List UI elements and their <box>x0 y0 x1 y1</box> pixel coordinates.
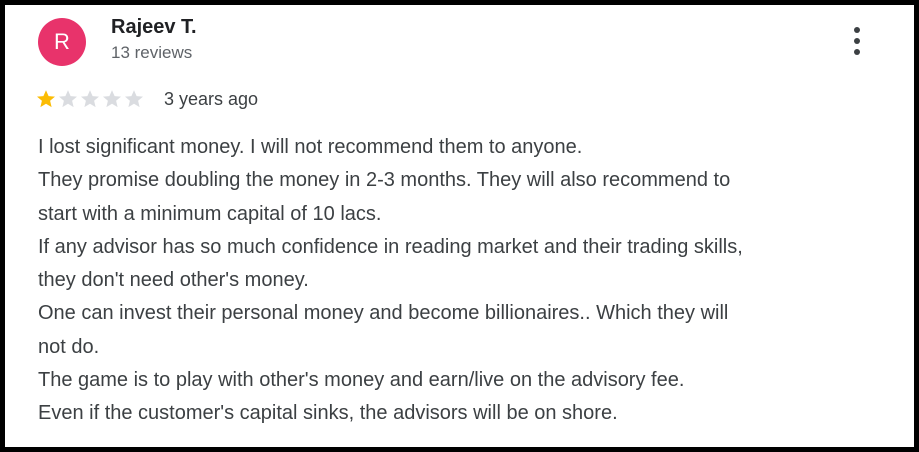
review-count[interactable]: 13 reviews <box>111 42 192 64</box>
review-text-line: The game is to play with other's money a… <box>38 369 685 392</box>
more-options-button[interactable] <box>841 23 873 59</box>
more-vertical-icon-dot-middle <box>854 38 860 44</box>
more-vertical-icon <box>854 27 860 33</box>
star-empty-icon <box>125 90 143 108</box>
reviewer-name[interactable]: Rajeev T. <box>111 15 197 39</box>
review-text-line: Even if the customer's capital sinks, th… <box>38 402 618 425</box>
star-filled-icon <box>37 90 55 108</box>
review-text-line: they don't need other's money. <box>38 269 309 292</box>
review-text-line: not do. <box>38 335 100 358</box>
avatar[interactable]: R <box>38 18 86 66</box>
star-empty-icon <box>59 90 77 108</box>
review-text-line: I lost significant money. I will not rec… <box>38 136 583 158</box>
review-text-line: start with a minimum capital of 10 lacs. <box>38 202 382 225</box>
review-text-line: One can invest their personal money and … <box>38 302 729 325</box>
star-empty-icon <box>103 90 121 108</box>
star-empty-icon <box>81 90 99 108</box>
review-card: R Rajeev T. 13 reviews 3 years ago I los… <box>0 0 919 452</box>
review-date: 3 years ago <box>164 89 259 109</box>
review-text-line: They promise doubling the money in 2-3 m… <box>38 169 731 192</box>
more-vertical-icon-dot-bottom <box>854 49 860 55</box>
review-text: I lost significant money. I will not rec… <box>38 131 888 431</box>
avatar-letter: R <box>54 29 70 54</box>
review-text-line: If any advisor has so much confidence in… <box>38 235 743 258</box>
star-rating <box>36 87 146 111</box>
